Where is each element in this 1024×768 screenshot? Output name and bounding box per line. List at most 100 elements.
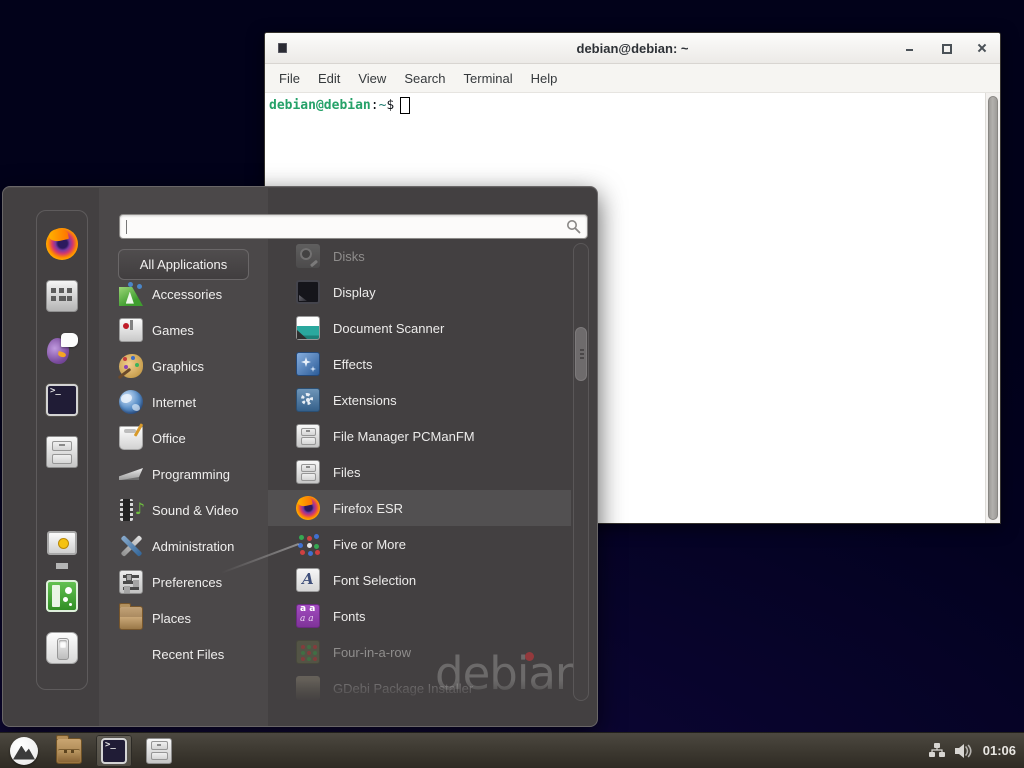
system-tray: 01:06 xyxy=(929,743,1024,758)
category-programming[interactable]: Programming xyxy=(113,456,269,492)
category-label: Preferences xyxy=(152,575,222,590)
sidebar-item-logout[interactable] xyxy=(46,580,78,612)
application-menu: debian All Applications Accessories Game… xyxy=(2,186,598,727)
prompt-user-host: debian@debian xyxy=(269,98,371,113)
category-label: Accessories xyxy=(152,287,222,302)
category-administration[interactable]: Administration xyxy=(113,528,269,564)
menu-sidebar xyxy=(36,210,88,690)
fonts-icon xyxy=(296,604,320,628)
app-five-or-more[interactable]: Five or More xyxy=(268,526,571,562)
minimize-button[interactable] xyxy=(904,42,916,54)
docscanner-icon xyxy=(296,316,320,340)
terminal-menubar: FileEditViewSearchTerminalHelp xyxy=(265,64,1000,93)
taskbar-item-menu-button[interactable] xyxy=(6,735,42,767)
display-icon xyxy=(296,280,320,304)
games-icon xyxy=(119,318,143,342)
app-extensions[interactable]: Extensions xyxy=(268,382,571,418)
category-label: Recent Files xyxy=(152,647,224,662)
volume-icon[interactable] xyxy=(955,744,973,758)
pidgin-icon xyxy=(46,332,78,364)
terminal-scrollbar-thumb[interactable] xyxy=(988,96,998,520)
menu-search[interactable]: Search xyxy=(395,68,454,89)
taskbar-item-terminal-window[interactable] xyxy=(96,735,132,767)
terminal-titlebar[interactable]: debian@debian: ~ xyxy=(265,33,1000,64)
category-label: Internet xyxy=(152,395,196,410)
app-label: GDebi Package Installer xyxy=(333,681,473,696)
terminal-app-icon xyxy=(278,43,287,53)
category-graphics[interactable]: Graphics xyxy=(113,348,269,384)
programming-icon xyxy=(119,462,143,486)
sidebar-item-firefox[interactable] xyxy=(46,228,78,260)
category-office[interactable]: Office xyxy=(113,420,269,456)
taskbar-item-files[interactable] xyxy=(141,735,177,767)
category-preferences[interactable]: Preferences xyxy=(113,564,269,600)
graphics-icon xyxy=(119,354,143,378)
prompt-path: ~ xyxy=(379,98,387,113)
app-gdebi-package-installer[interactable]: GDebi Package Installer xyxy=(268,670,571,706)
taskbar: 01:06 xyxy=(0,732,1024,768)
menu-scrollbar-thumb[interactable] xyxy=(575,327,587,381)
accessories-icon xyxy=(119,282,143,306)
logout-icon xyxy=(46,580,78,612)
category-label: Games xyxy=(152,323,194,338)
category-label: Sound & Video xyxy=(152,503,239,518)
category-sound-video[interactable]: Sound & Video xyxy=(113,492,269,528)
menu-scrollbar[interactable] xyxy=(573,243,589,701)
app-label: Fonts xyxy=(333,609,366,624)
app-files[interactable]: Files xyxy=(268,454,571,490)
category-recent-files[interactable]: Recent Files xyxy=(113,636,269,672)
sidebar-item-lock-screen[interactable] xyxy=(46,528,78,560)
app-display[interactable]: Display xyxy=(268,274,571,310)
fourinarow-icon xyxy=(296,640,320,664)
app-disks[interactable]: Disks xyxy=(268,238,571,274)
app-label: Display xyxy=(333,285,376,300)
app-four-in-a-row[interactable]: Four-in-a-row xyxy=(268,634,571,670)
sidebar-item-file-manager[interactable] xyxy=(46,436,78,468)
menu-terminal[interactable]: Terminal xyxy=(455,68,522,89)
menu-help[interactable]: Help xyxy=(522,68,567,89)
sidebar-item-onscreen-keyboard[interactable] xyxy=(46,280,78,312)
effects-icon xyxy=(296,352,320,376)
fontsel-icon xyxy=(296,568,320,592)
category-games[interactable]: Games xyxy=(113,312,269,348)
search-box[interactable] xyxy=(119,214,588,239)
sidebar-item-terminal[interactable] xyxy=(46,384,78,416)
app-font-selection[interactable]: Font Selection xyxy=(268,562,571,598)
cabinet-icon xyxy=(296,424,320,448)
app-label: Effects xyxy=(333,357,373,372)
menu-view[interactable]: View xyxy=(349,68,395,89)
menu-file[interactable]: File xyxy=(270,68,309,89)
cabinet-icon xyxy=(46,436,78,468)
menu-edit[interactable]: Edit xyxy=(309,68,349,89)
office-icon xyxy=(119,426,143,450)
app-firefox-esr[interactable]: Firefox ESR xyxy=(268,490,571,526)
app-document-scanner[interactable]: Document Scanner xyxy=(268,310,571,346)
taskbar-item-file-manager-pcmanfm[interactable] xyxy=(51,735,87,767)
network-icon[interactable] xyxy=(929,743,945,758)
folderTask-icon xyxy=(56,738,82,764)
terminal-scrollbar[interactable] xyxy=(985,93,1000,523)
category-places[interactable]: Places xyxy=(113,600,269,636)
cabinet-icon xyxy=(296,460,320,484)
shell-prompt: debian@debian:~$ xyxy=(269,97,410,114)
sidebar-item-shutdown[interactable] xyxy=(46,632,78,664)
window-title: debian@debian: ~ xyxy=(577,41,689,56)
close-button[interactable] xyxy=(976,42,988,54)
category-internet[interactable]: Internet xyxy=(113,384,269,420)
sidebar-item-pidgin[interactable] xyxy=(46,332,78,364)
cabinet-icon xyxy=(146,738,172,764)
all-applications-label: All Applications xyxy=(140,257,227,272)
disks-icon xyxy=(296,244,320,268)
firefox-icon xyxy=(296,496,320,520)
category-accessories[interactable]: Accessories xyxy=(113,276,269,312)
clock[interactable]: 01:06 xyxy=(983,743,1016,758)
search-input[interactable] xyxy=(127,215,566,238)
category-label: Administration xyxy=(152,539,234,554)
app-effects[interactable]: Effects xyxy=(268,346,571,382)
app-file-manager-pcmanfm[interactable]: File Manager PCManFM xyxy=(268,418,571,454)
category-label: Programming xyxy=(152,467,230,482)
maximize-button[interactable] xyxy=(940,42,952,54)
lockscreen-icon xyxy=(46,528,78,560)
app-fonts[interactable]: Fonts xyxy=(268,598,571,634)
category-label: Places xyxy=(152,611,191,626)
